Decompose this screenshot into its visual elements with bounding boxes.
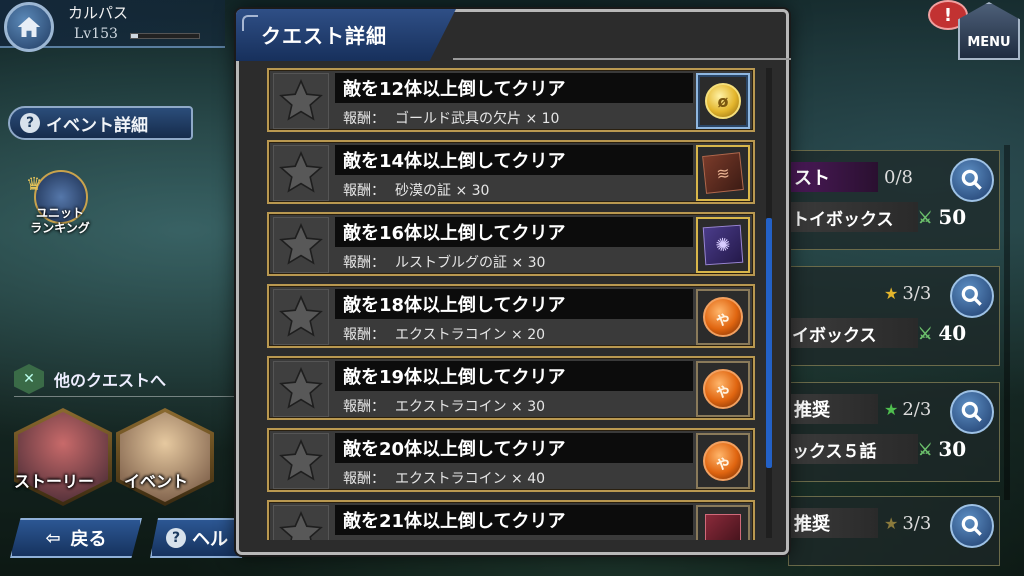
question-icon: ? xyxy=(166,528,186,548)
right-quest-item[interactable]: 推奨 ★ 3/3 xyxy=(788,496,1000,566)
extra-coin-icon: ゃ xyxy=(703,297,743,337)
red-box-icon xyxy=(705,514,741,540)
reward-slot[interactable]: ø xyxy=(696,73,750,129)
right-quest-subtitle: トイボックス xyxy=(788,202,918,232)
star-icon xyxy=(273,433,329,489)
magnifier-icon[interactable] xyxy=(950,274,994,318)
quest-name: 敵を20体以上倒してクリア xyxy=(335,433,693,463)
right-list-scrollbar[interactable] xyxy=(1004,145,1010,500)
back-label: 戻る xyxy=(70,529,107,550)
quest-name: 敵を21体以上倒してクリア xyxy=(335,505,693,535)
exp-bar xyxy=(130,33,200,39)
right-quest-title: スト xyxy=(788,162,878,192)
star-icon xyxy=(273,361,329,417)
magnifier-icon[interactable] xyxy=(950,504,994,548)
star-icon xyxy=(273,217,329,273)
star-icon xyxy=(273,73,329,129)
purple-banner-icon: ✺ xyxy=(702,224,744,266)
star-icon xyxy=(273,505,329,540)
quest-row: 敵を21体以上倒してクリア xyxy=(267,500,755,540)
extra-coin-icon: ゃ xyxy=(703,441,743,481)
player-bar: カルパス Lv153 xyxy=(0,0,225,52)
right-quest-subtitle: イボックス xyxy=(788,318,918,348)
right-quest-progress: ★ 2/3 xyxy=(884,398,932,420)
modal-scrollbar-thumb[interactable] xyxy=(766,218,772,468)
right-quest-item[interactable]: 推奨 ★ 2/3 ックス５話 ⚔ 30 xyxy=(788,382,1000,482)
story-label: ストーリー xyxy=(14,472,95,491)
reward-slot[interactable] xyxy=(696,505,750,540)
event-detail-label: イベント詳細 xyxy=(46,115,148,136)
modal-scrollbar[interactable] xyxy=(766,68,772,538)
sword-icon: ⚔ xyxy=(918,207,933,227)
back-arrow-icon: ⇦ xyxy=(45,527,61,549)
help-label: ヘル xyxy=(192,529,228,550)
quest-reward: 報酬： エクストラコイン × 40 xyxy=(343,471,546,487)
quest-detail-modal: クエスト詳細 敵を12体以上倒してクリア 報酬： ゴールド武具の欠片 × 10 ø… xyxy=(236,9,791,555)
other-quests-header: ✕ 他のクエストへ xyxy=(14,364,240,397)
question-icon: ? xyxy=(20,113,40,133)
quest-row: 敵を16体以上倒してクリア 報酬： ルストブルグの証 × 30 ✺ xyxy=(267,212,755,276)
home-icon xyxy=(17,17,41,37)
home-button[interactable] xyxy=(4,2,54,52)
quest-reward: 報酬： ルストブルグの証 × 30 xyxy=(343,255,546,271)
quest-row: 敵を14体以上倒してクリア 報酬： 砂漠の証 × 30 ≋ xyxy=(267,140,755,204)
sand-scroll-icon: ≋ xyxy=(702,152,744,194)
quest-reward: 報酬： エクストラコイン × 20 xyxy=(343,327,546,343)
reward-slot[interactable]: ✺ xyxy=(696,217,750,273)
reward-slot[interactable]: ゃ xyxy=(696,289,750,345)
quest-list[interactable]: 敵を12体以上倒してクリア 報酬： ゴールド武具の欠片 × 10 ø 敵を14体以… xyxy=(267,68,757,540)
right-quest-subtitle: ックス５話 xyxy=(788,434,918,464)
star-icon xyxy=(273,145,329,201)
sword-icon: ⚔ xyxy=(918,439,933,459)
sword-icon: ⚔ xyxy=(918,323,933,343)
star-icon xyxy=(273,289,329,345)
player-level: Lv153 xyxy=(74,26,118,42)
crown-icon: ♛ xyxy=(26,174,43,195)
quest-row: 敵を19体以上倒してクリア 報酬： エクストラコイン × 30 ゃ xyxy=(267,356,755,420)
player-name: カルパス xyxy=(68,4,129,22)
other-quests-label: 他のクエストへ xyxy=(54,371,167,390)
extra-coin-icon: ゃ xyxy=(703,369,743,409)
back-button[interactable]: ⇦ 戻る xyxy=(10,518,142,558)
magnifier-icon[interactable] xyxy=(950,158,994,202)
modal-header: クエスト詳細 xyxy=(236,9,456,61)
quest-row: 敵を20体以上倒してクリア 報酬： エクストラコイン × 40 ゃ xyxy=(267,428,755,492)
menu-label: MENU xyxy=(967,35,1011,50)
right-quest-item[interactable]: スト 0/8 トイボックス ⚔ 50 xyxy=(788,150,1000,250)
right-quest-progress: 0/8 xyxy=(884,166,913,188)
right-quest-progress: ★ 3/3 xyxy=(884,512,932,534)
quest-reward: 報酬： ゴールド武具の欠片 × 10 xyxy=(343,111,560,127)
quest-name: 敵を14体以上倒してクリア xyxy=(335,145,693,175)
star-icon: ★ xyxy=(884,283,899,303)
reward-slot[interactable]: ゃ xyxy=(696,361,750,417)
right-quest-reward: ⚔ 40 xyxy=(918,321,967,345)
right-quest-item[interactable]: ★ 3/3 イボックス ⚔ 40 xyxy=(788,266,1000,366)
quest-name: 敵を18体以上倒してクリア xyxy=(335,289,693,319)
crossed-swords-icon: ✕ xyxy=(14,364,44,394)
right-quest-title: 推奨 xyxy=(788,508,878,538)
quest-name: 敵を19体以上倒してクリア xyxy=(335,361,693,391)
gold-coin-icon: ø xyxy=(705,83,741,119)
event-label: イベント xyxy=(124,472,189,491)
quest-reward: 報酬： 砂漠の証 × 30 xyxy=(343,183,490,199)
help-button[interactable]: ? ヘル xyxy=(150,518,250,558)
modal-title: クエスト詳細 xyxy=(261,24,387,48)
right-quest-title: 推奨 xyxy=(788,394,878,424)
right-quest-reward: ⚔ 30 xyxy=(918,437,967,461)
quest-reward: 報酬： エクストラコイン × 30 xyxy=(343,399,546,415)
quest-row: 敵を18体以上倒してクリア 報酬： エクストラコイン × 20 ゃ xyxy=(267,284,755,348)
quest-name: 敵を16体以上倒してクリア xyxy=(335,217,693,247)
magnifier-icon[interactable] xyxy=(950,390,994,434)
quest-row: 敵を12体以上倒してクリア 報酬： ゴールド武具の欠片 × 10 ø xyxy=(267,68,755,132)
event-detail-button[interactable]: ? イベント詳細 xyxy=(8,106,193,140)
ranking-label: ユニット ランキング xyxy=(30,206,90,235)
star-icon: ★ xyxy=(884,399,899,419)
star-icon: ★ xyxy=(884,513,899,533)
quest-name: 敵を12体以上倒してクリア xyxy=(335,73,693,103)
right-quest-progress: ★ 3/3 xyxy=(884,282,932,304)
reward-slot[interactable]: ≋ xyxy=(696,145,750,201)
unit-ranking-button[interactable]: ♛ ユニット ランキング xyxy=(16,170,104,250)
reward-slot[interactable]: ゃ xyxy=(696,433,750,489)
right-quest-reward: ⚔ 50 xyxy=(918,205,967,229)
